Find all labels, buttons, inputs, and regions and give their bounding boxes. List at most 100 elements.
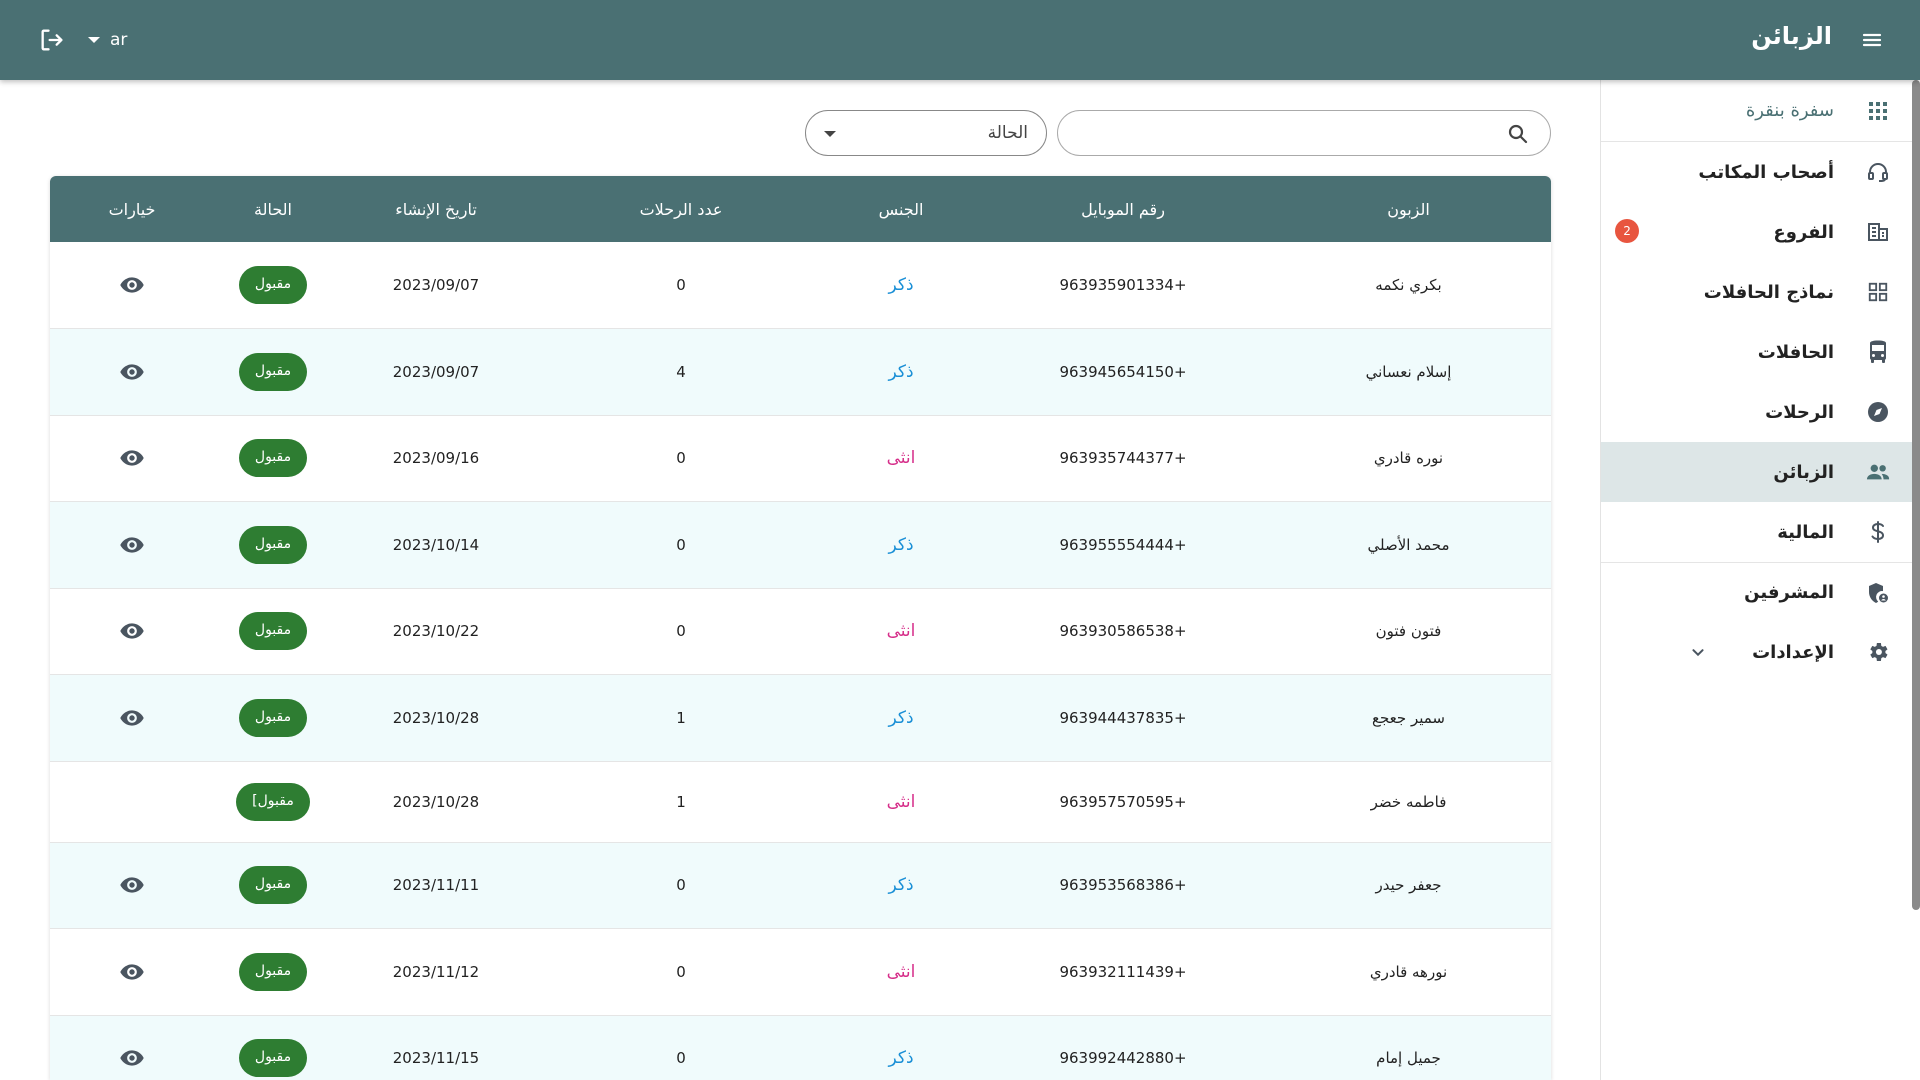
sidebar-item-buses[interactable]: الحافلات — [1601, 322, 1920, 382]
customers-table: الزبون رقم الموبايل الجنس عدد الرحلات تا… — [50, 176, 1551, 1080]
customer-name: سمير جعجع — [1372, 708, 1445, 727]
table-row[interactable]: محمد الأصلي +963955554444 ذكر 0 2023/10/… — [50, 501, 1551, 588]
customer-created-date: 2023/10/14 — [392, 535, 480, 554]
menu-icon[interactable] — [1860, 28, 1884, 52]
customer-phone: +963944437835 — [1059, 708, 1187, 727]
grid-icon — [1866, 280, 1890, 304]
column-header-status[interactable]: الحالة — [214, 176, 332, 242]
sidebar-item-label: الرحلات — [1765, 401, 1834, 423]
customer-phone: +963953568386 — [1059, 876, 1187, 895]
sidebar-item-branches[interactable]: الفروع 2 — [1601, 202, 1920, 262]
headset-icon — [1866, 160, 1890, 184]
status-badge: مقبول — [238, 266, 308, 304]
status-filter-label: الحالة — [987, 123, 1028, 143]
view-eye-icon[interactable] — [119, 532, 145, 558]
customer-name: محمد الأصلي — [1367, 535, 1450, 554]
customer-gender: ذكر — [888, 875, 914, 896]
customer-name: جعفر حيدر — [1375, 876, 1442, 895]
customer-gender: ذكر — [888, 275, 914, 295]
table-row[interactable]: نورهه قادري +963932111439 انثى 0 2023/11… — [50, 929, 1551, 1015]
view-eye-icon[interactable] — [119, 872, 145, 898]
column-header-customer[interactable]: الزبون — [1266, 176, 1551, 242]
sidebar-item-finance[interactable]: المالية — [1601, 502, 1920, 562]
customer-phone: +963930586538 — [1059, 622, 1187, 641]
view-eye-icon[interactable] — [119, 959, 145, 985]
page-scrollbar[interactable] — [1912, 80, 1920, 910]
customer-trips: 4 — [676, 362, 686, 381]
options-cell-empty — [50, 761, 214, 842]
column-header-created[interactable]: تاريخ الإنشاء — [332, 176, 540, 242]
dollar-icon — [1866, 520, 1890, 544]
view-eye-icon[interactable] — [119, 618, 145, 644]
table-row[interactable]: جعفر حيدر +963953568386 ذكر 0 2023/11/11… — [50, 842, 1551, 929]
notification-badge: 2 — [1615, 219, 1639, 243]
view-eye-icon[interactable] — [119, 359, 145, 385]
column-header-phone[interactable]: رقم الموبايل — [980, 176, 1266, 242]
language-selector[interactable]: ar — [88, 28, 127, 52]
sidebar-item-bus-models[interactable]: نماذج الحافلات — [1601, 262, 1920, 322]
sidebar-item-trips[interactable]: الرحلات — [1601, 382, 1920, 442]
customer-gender: انثى — [886, 621, 916, 642]
sidebar-item-label: نماذج الحافلات — [1703, 281, 1834, 303]
customer-trips: 0 — [676, 962, 686, 981]
table-row[interactable]: نوره قادري +963935744377 انثى 0 2023/09/… — [50, 415, 1551, 502]
column-header-trips[interactable]: عدد الرحلات — [540, 176, 822, 242]
sidebar-brand[interactable]: سفرة بنقرة — [1601, 80, 1920, 142]
sidebar-item-label: الزبائن — [1773, 461, 1834, 483]
customer-name: بكري نكمه — [1375, 276, 1442, 294]
view-eye-icon[interactable] — [119, 705, 145, 731]
customer-trips: 0 — [676, 535, 686, 554]
view-eye-icon[interactable] — [119, 272, 145, 298]
customer-gender: انثى — [886, 961, 916, 982]
status-filter-select[interactable]: الحالة — [805, 110, 1047, 156]
chevron-down-icon[interactable] — [1687, 641, 1709, 663]
customer-name: فتون فتون — [1375, 622, 1442, 641]
table-row[interactable]: فاطمه خضر +963957570595 انثى 1 2023/10/2… — [50, 761, 1551, 842]
customer-gender: ذكر — [888, 1048, 914, 1069]
customer-phone: +963955554444 — [1059, 535, 1187, 554]
status-badge: مقبول — [238, 866, 308, 905]
sidebar-item-supervisors[interactable]: المشرفين — [1601, 562, 1920, 622]
sidebar-item-label: الفروع — [1773, 221, 1834, 243]
customer-created-date: 2023/09/07 — [392, 276, 480, 294]
customer-phone: +963992442880 — [1059, 1049, 1187, 1068]
sidebar-item-settings[interactable]: الإعدادات — [1601, 622, 1920, 682]
table-row[interactable]: سمير جعجع +963944437835 ذكر 1 2023/10/28… — [50, 674, 1551, 761]
customer-created-date: 2023/10/22 — [392, 622, 480, 641]
customer-trips: 0 — [676, 276, 686, 294]
customer-created-date: 2023/09/16 — [392, 449, 480, 468]
people-icon — [1866, 460, 1890, 484]
status-badge: مقبول — [238, 1039, 308, 1078]
table-row[interactable]: بكري نكمه +963935901334 ذكر 0 2023/09/07… — [50, 242, 1551, 329]
search-icon[interactable] — [1506, 122, 1530, 146]
caret-down-icon — [824, 131, 836, 137]
customer-created-date: 2023/09/07 — [392, 362, 480, 381]
customer-phone: +963935901334 — [1059, 276, 1187, 294]
column-header-options: خيارات — [108, 199, 156, 219]
customer-name: فاطمه خضر — [1370, 792, 1447, 811]
view-eye-icon[interactable] — [119, 445, 145, 471]
sidebar-item-office-owners[interactable]: أصحاب المكاتب — [1601, 142, 1920, 202]
sidebar-item-customers[interactable]: الزبائن — [1601, 442, 1920, 502]
customer-trips: 0 — [676, 1049, 686, 1068]
gear-icon — [1866, 640, 1890, 664]
status-badge: مقبول — [238, 525, 308, 564]
table-row[interactable]: جميل إمام +963992442880 ذكر 0 2023/11/15… — [50, 1015, 1551, 1080]
sidebar-nav: سفرة بنقرة أصحاب المكاتب الفروع 2 نماذج … — [1600, 80, 1920, 1080]
customer-phone: +963935744377 — [1059, 449, 1187, 468]
bus-icon — [1866, 340, 1890, 364]
search-field[interactable] — [1057, 110, 1551, 156]
view-eye-icon[interactable] — [119, 1045, 145, 1071]
customer-trips: 1 — [676, 792, 686, 811]
customer-created-date: 2023/10/28 — [392, 792, 480, 811]
status-badge: مقبول — [238, 352, 308, 391]
customer-trips: 1 — [676, 708, 686, 727]
status-badge: مقبول] — [236, 782, 310, 821]
table-row[interactable]: فتون فتون +963930586538 انثى 0 2023/10/2… — [50, 588, 1551, 675]
column-header-gender[interactable]: الجنس — [822, 176, 980, 242]
customer-name: نوره قادري — [1373, 449, 1444, 468]
search-input[interactable] — [1078, 119, 1478, 147]
customer-created-date: 2023/10/28 — [392, 708, 480, 727]
logout-icon[interactable] — [38, 26, 66, 54]
table-row[interactable]: إسلام نعساني +963945654150 ذكر 4 2023/09… — [50, 328, 1551, 415]
